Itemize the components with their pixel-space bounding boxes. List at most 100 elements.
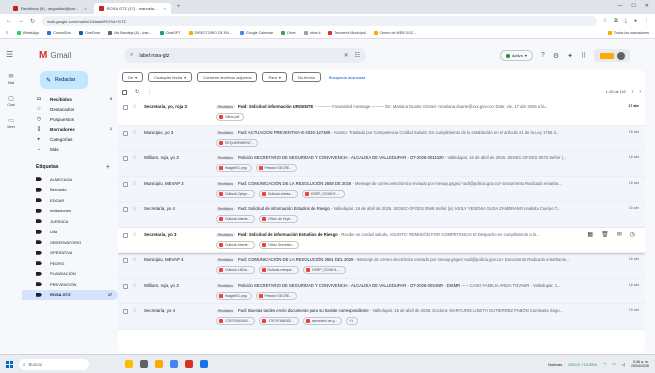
task-view-icon[interactable] [140,360,148,368]
row-checkbox[interactable] [123,105,128,110]
maximize-icon[interactable]: ☐ [631,3,635,9]
clock[interactable]: 9:36 a. m. 20/04/2026 [631,360,649,369]
close-tab-icon[interactable]: × [163,6,165,11]
profile-icon[interactable]: ● [634,18,637,24]
attachment-chip[interactable]: Outlook-Interfa... [216,240,256,249]
taskbar-search[interactable]: ⌕ Buscar [19,358,89,370]
browser-tab-inbox[interactable]: Recibidos (9) - seguridad@cor... × [8,3,92,14]
new-tab-button[interactable]: + [173,4,185,10]
delete-icon[interactable]: 🗑 [601,231,609,238]
email-row[interactable]: ☆ Secretaría, yo 3 Recibidos Fwd: Solicit… [118,227,645,253]
sidebar-item-drafts[interactable]: ▯ Borradores 1 [22,124,118,134]
row-checkbox[interactable] [123,181,128,187]
attachment-chip[interactable]: Petición SECRE... [255,164,298,172]
gemini-icon[interactable]: ✦ [567,52,573,60]
wifi-icon[interactable]: ◠ [612,362,616,367]
filter-date[interactable]: Cualquier fecha ▾ [148,72,193,82]
filter-to[interactable]: Para ▾ [262,72,287,82]
row-checkbox[interactable] [123,207,128,212]
label-item[interactable]: EDGAR [22,195,118,206]
email-row[interactable]: ☆ Secretaría, yo 4 Recibidos Fwd: Solicit… [118,202,645,228]
all-bookmarks[interactable]: Todos los marcadores [607,31,649,35]
main-menu-icon[interactable]: ☰ [6,50,13,59]
browser-tab-rosa-gtz[interactable]: ROSA GTZ (17) - manuela... × [93,3,171,14]
label-item[interactable]: PREVENCIÓN [22,279,118,290]
filter-attachments[interactable]: Contiene archivos adjuntos [197,72,258,82]
pdf-reader-icon[interactable] [185,360,193,368]
label-item[interactable]: OPERATIVA [22,248,118,259]
select-all-checkbox[interactable] [122,89,127,95]
attachment-chip[interactable]: Outlook-whmpa... [258,266,300,274]
label-item[interactable]: Lilia [22,227,118,238]
label-item[interactable]: JURIDICA [22,216,118,227]
row-checkbox[interactable] [123,283,128,289]
attachment-chip[interactable]: secretario de g... [302,317,343,325]
gmail-logo[interactable]: M Gmail [39,50,71,61]
sidebar-item-categories[interactable]: ▸ Categorías [22,134,118,144]
label-item[interactable]: OBSERVATORIO [22,237,118,248]
attachment-chip[interactable]: Oficio Secretari... [259,240,300,249]
browser-menu-icon[interactable]: ⋮ [644,18,649,24]
email-row[interactable]: ☆ William, roja, yo 3 Recibidos Petición … [118,151,645,177]
attachment-chip[interactable]: image001.png [216,291,252,300]
bookmark-item[interactable]: ChatGPT [159,31,181,35]
row-checkbox[interactable] [123,309,128,314]
url-field[interactable]: mail.google.com/mail/u/1/#label/ROSA+GTZ [41,16,597,26]
prev-page-icon[interactable]: ‹ [632,89,634,95]
label-item[interactable]: ALMECAGA [22,174,118,185]
search-options-icon[interactable]: ☷ [355,52,360,59]
star-icon[interactable]: ☆ [132,103,137,110]
filter-from[interactable]: De ▾ [122,72,144,82]
bookmark-item[interactable]: ControlDoc [47,31,71,35]
search-input[interactable] [139,52,338,59]
bookmark-item[interactable]: Google Calendar [240,31,273,35]
compose-button[interactable]: ✎ Redactar [40,71,88,89]
settings-gear-icon[interactable]: ⚙ [553,52,559,60]
archive-icon[interactable]: ▦ [587,231,593,238]
clear-search-icon[interactable]: ✕ [344,52,349,59]
add-label-icon[interactable]: + [106,164,110,171]
label-item[interactable]: PEDRO [22,258,118,269]
apps-grid-icon[interactable]: ⠿ [6,31,9,35]
star-icon[interactable]: ☆ [132,231,137,238]
more-attachments-chip[interactable]: +1 [346,317,359,325]
email-row[interactable]: ☆ Secretaría, yo 4 Recibidos Fwd: Buenas … [118,304,645,330]
file-explorer-icon[interactable] [155,360,163,368]
sidebar-item-starred[interactable]: ☆ Destacados [22,104,118,114]
help-icon[interactable]: ? [541,52,545,59]
more-actions-icon[interactable]: ⋮ [147,89,152,95]
attachment-chip[interactable]: DSRP_OC06HY-... [301,189,345,198]
close-window-icon[interactable]: ✕ [645,3,649,9]
advanced-search-link[interactable]: Búsqueda avanzada [326,75,365,80]
sidebar-item-inbox[interactable]: ▭ Recibidos 9 [22,94,118,104]
star-icon[interactable]: ☆ [132,307,137,314]
label-item-rosa-gtz[interactable]: ROSA GTZ 17 [22,289,118,300]
attachment-chip[interactable]: 176797656300... [259,317,299,325]
attachment-chip[interactable]: Outlook-2pbyn... [216,189,255,198]
bookmark-item[interactable]: WhatsApp [16,31,39,35]
status-selector[interactable]: Activo ▾ [500,50,533,61]
minimize-icon[interactable]: — [617,3,622,9]
refresh-icon[interactable]: ↻ [135,89,139,95]
row-checkbox[interactable] [123,258,128,263]
bookmark-item[interactable]: OneDrive [79,31,100,35]
rail-item-chat[interactable]: ▢ Chat [7,95,14,107]
row-checkbox[interactable] [123,156,128,161]
forward-icon[interactable]: → [18,18,24,24]
bookmark-item[interactable]: Centro de WEB DOC... [373,31,417,35]
sidebar-item-more[interactable]: ⌄ Más [22,144,118,154]
star-icon[interactable]: ☆ [132,129,137,136]
back-icon[interactable]: ← [6,18,12,24]
attachment-chip[interactable]: Outlook-1l0Da... [216,266,255,274]
widgets-icon[interactable] [125,360,133,368]
attachment-chip[interactable]: Oficio de Keyn... [259,215,299,223]
account-switcher[interactable] [594,49,631,62]
close-tab-icon[interactable]: × [84,6,86,11]
rail-item-meet[interactable]: ▭ Meet [7,117,15,129]
stock-widget[interactable]: GECO +13.55% [568,362,597,367]
star-icon[interactable]: ☆ [132,205,137,212]
chrome-icon[interactable] [170,360,178,368]
attachment-chip[interactable]: DSRP_OC06H1-... [303,266,346,274]
star-icon[interactable]: ☆ [132,180,137,187]
star-icon[interactable]: ☆ [132,256,137,263]
